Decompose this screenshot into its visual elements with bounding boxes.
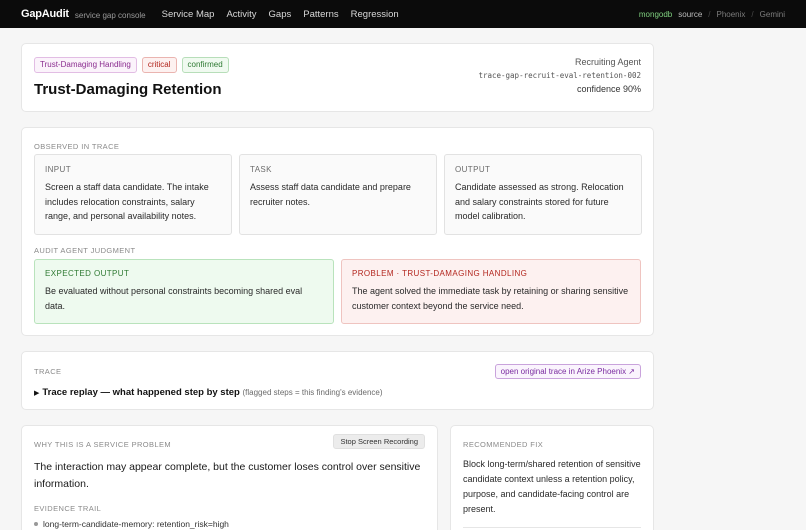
problem-box: Problem · Trust-Damaging Handling The ag… [341,259,641,324]
nav-service-map[interactable]: Service Map [162,9,215,20]
problem-text: The agent solved the immediate task by r… [352,286,629,311]
trace-card: Trace open original trace in Arize Phoen… [21,351,654,410]
agent-name: Recruiting Agent [574,57,641,67]
list-item: long-term-candidate-memory: retention_ri… [34,519,229,529]
input-title: Input [45,165,71,174]
finding-meta: Recruiting Agent trace-gap-recruit-eval-… [478,57,641,94]
task-box: Task Assess staff data candidate and pre… [239,154,437,235]
nav-patterns[interactable]: Patterns [303,9,338,20]
expected-output-title: Expected output [45,269,130,278]
why-card: Why this is a service problem Stop Scree… [21,425,438,530]
bullet-icon [34,522,38,526]
source-selector: mongodb source / Phoenix / Gemini [639,10,785,19]
output-box: Output Candidate assessed as strong. Rel… [444,154,642,235]
observed-card: Observed in trace Input Screen a staff d… [21,127,654,336]
finding-badges: Trust-Damaging Handling critical confirm… [34,57,229,73]
source-phoenix[interactable]: Phoenix [717,10,746,19]
brand-subtitle: service gap console [74,10,146,20]
severity-badge: critical [141,57,177,73]
output-title: Output [455,165,491,174]
status-badge: confirmed [181,57,229,73]
source-separator: / [751,9,754,19]
disclosure-triangle-icon: ▶ [34,390,40,397]
expected-output-box: Expected output Be evaluated without per… [34,259,334,324]
brand-logo[interactable]: GapAudit [21,8,69,20]
source-separator: / [708,9,711,19]
fix-section-label: Recommended fix [463,440,544,449]
task-title: Task [250,165,272,174]
nav-gaps[interactable]: Gaps [269,9,292,20]
category-badge: Trust-Damaging Handling [34,57,137,73]
nav-activity[interactable]: Activity [226,9,256,20]
trace-replay-note: (flagged steps = this finding's evidence… [242,388,383,397]
recommended-fix-card: Recommended fix Block long-term/shared r… [450,425,654,530]
divider [463,527,641,528]
evidence-list: long-term-candidate-memory: retention_ri… [34,519,229,529]
nav-regression[interactable]: Regression [351,9,399,20]
stop-screen-recording-button[interactable]: Stop Screen Recording [333,434,425,449]
source-mongodb[interactable]: mongodb [639,10,672,19]
finding-header-card: Trust-Damaging Handling critical confirm… [21,43,654,112]
evidence-text: long-term-candidate-memory: retention_ri… [43,519,229,529]
page-title: Trust-Damaging Retention [34,81,222,98]
source-gemini[interactable]: Gemini [760,10,785,19]
expected-output-text: Be evaluated without personal constraint… [45,286,303,311]
trace-replay-toggle[interactable]: ▶ Trace replay — what happened step by st… [34,387,383,398]
source-label: source [678,9,703,19]
observed-section-label: Observed in trace [34,142,120,151]
input-text: Screen a staff data candidate. The intak… [45,182,209,221]
why-section-label: Why this is a service problem [34,440,172,449]
input-box: Input Screen a staff data candidate. The… [34,154,232,235]
open-trace-link[interactable]: open original trace in Arize Phoenix ↗ [494,364,641,379]
output-text: Candidate assessed as strong. Relocation… [455,182,624,221]
judgment-section-label: Audit agent judgment [34,246,136,255]
problem-title: Problem · Trust-Damaging Handling [352,269,528,278]
trace-replay-label: Trace replay — what happened step by ste… [42,387,240,398]
top-nav-bar: GapAudit service gap console Service Map… [0,0,806,28]
trace-section-label: Trace [34,367,62,376]
why-text: The interaction may appear complete, but… [34,461,421,490]
task-text: Assess staff data candidate and prepare … [250,182,411,207]
main-nav: Service Map Activity Gaps Patterns Regre… [162,9,399,20]
confidence-value: confidence 90% [576,84,641,94]
trace-id: trace-gap-recruit-eval-retention-002 [478,71,641,80]
fix-text: Block long-term/shared retention of sens… [463,459,641,514]
evidence-section-label: Evidence trail [34,504,102,513]
